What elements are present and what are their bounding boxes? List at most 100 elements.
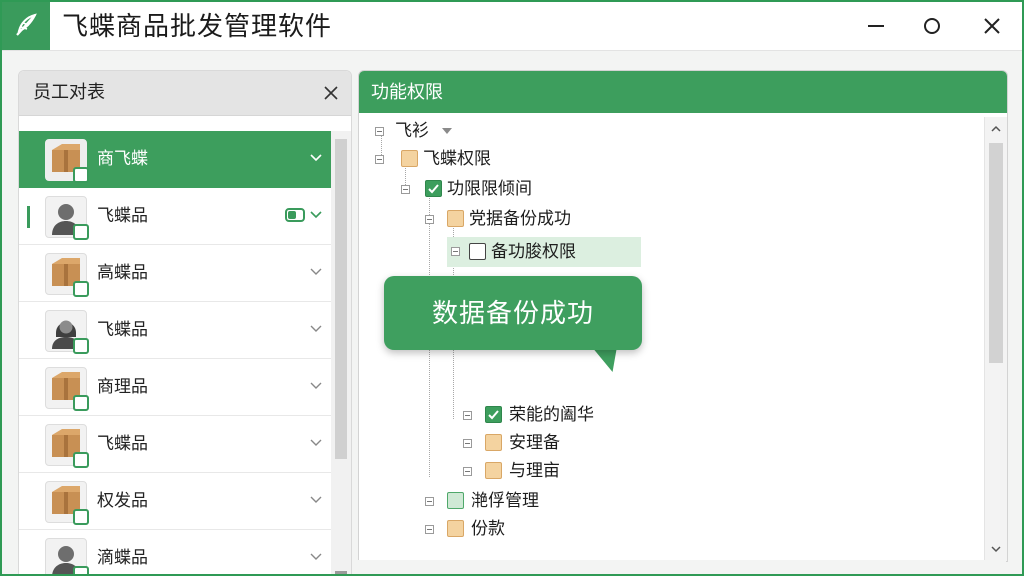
tree-node[interactable]: 飞衫 xyxy=(375,119,495,147)
chevron-down-icon[interactable] xyxy=(309,265,323,279)
tree-node[interactable]: 飞蝶权限 xyxy=(375,147,575,175)
employee-row[interactable]: 飞蝶品 xyxy=(19,302,331,359)
permission-panel-title: 功能权限 xyxy=(371,82,443,103)
check-icon xyxy=(488,410,499,420)
checkbox-checked[interactable] xyxy=(485,406,502,423)
tree-node[interactable]: 党据备份成功 xyxy=(425,207,645,235)
checkbox[interactable] xyxy=(469,243,486,260)
man-avatar xyxy=(45,196,89,240)
scrollbar-end-marker xyxy=(335,571,347,574)
tooltip-text: 数据备份成功 xyxy=(431,299,594,329)
chevron-down-icon[interactable] xyxy=(309,379,323,393)
tree-node-label: 份款 xyxy=(471,519,505,539)
employee-name: 商理品 xyxy=(97,377,148,397)
status-corner xyxy=(73,509,89,525)
employee-list-scrollbar[interactable] xyxy=(331,131,351,574)
expand-toggle-icon[interactable] xyxy=(375,155,384,164)
checkbox[interactable] xyxy=(447,520,464,537)
tree-node[interactable]: 份款 xyxy=(425,517,585,545)
employee-name: 权发品 xyxy=(97,491,148,511)
checkbox[interactable] xyxy=(447,210,464,227)
tree-node-label: 党据备份成功 xyxy=(469,209,571,229)
status-corner xyxy=(73,224,89,240)
chevron-down-icon[interactable] xyxy=(309,436,323,450)
employee-panel-title: 员工对表 xyxy=(33,82,105,103)
employee-row[interactable]: 高蝶品 xyxy=(19,245,331,302)
maximize-icon xyxy=(924,18,940,34)
close-button[interactable] xyxy=(964,2,1020,50)
toggle-icon[interactable] xyxy=(285,208,305,222)
tree-node[interactable]: 荣能的阖华 xyxy=(463,403,643,431)
minimize-button[interactable] xyxy=(848,2,904,50)
expand-toggle-icon[interactable] xyxy=(463,439,472,448)
chevron-down-icon[interactable] xyxy=(309,208,323,222)
employee-panel-header: 员工对表 xyxy=(19,71,351,116)
employee-row[interactable]: 权发品 xyxy=(19,473,331,530)
man-avatar xyxy=(45,538,89,574)
expand-toggle-icon[interactable] xyxy=(463,411,472,420)
tree-node-label: 滟俘管理 xyxy=(471,491,539,511)
status-corner xyxy=(73,167,89,183)
employee-row[interactable]: 飞蝶品 xyxy=(19,188,331,245)
tree-node-label: 与理亩 xyxy=(509,461,560,481)
tree-node[interactable]: 功限限倾间 xyxy=(401,177,601,205)
expand-toggle-icon[interactable] xyxy=(451,247,460,256)
panel-close-button[interactable] xyxy=(319,81,343,105)
status-corner xyxy=(73,281,89,297)
checkbox-checked[interactable] xyxy=(425,180,442,197)
window-bottom-strip xyxy=(358,560,1006,574)
package-avatar xyxy=(45,367,89,411)
tree-node-label: 安理备 xyxy=(509,433,560,453)
checkbox[interactable] xyxy=(485,462,502,479)
expand-toggle-icon[interactable] xyxy=(375,127,384,136)
tree-node[interactable]: 安理备 xyxy=(463,431,623,459)
tree-node-label: 荣能的阖华 xyxy=(509,405,594,425)
status-corner xyxy=(73,452,89,468)
scrollbar-thumb[interactable] xyxy=(989,143,1003,363)
checkbox-partial[interactable] xyxy=(447,492,464,509)
package-avatar xyxy=(45,253,89,297)
employee-panel: 员工对表 商飞蝶 飞蝶品 高蝶品 飞蝶品 商理品 飞蝶品 权发品 滴蝶品 xyxy=(18,70,352,574)
employee-row[interactable]: 滴蝶品 xyxy=(19,530,331,574)
status-corner xyxy=(73,566,89,574)
employee-name: 商飞蝶 xyxy=(97,149,148,169)
employee-name: 飞蝶品 xyxy=(97,206,148,226)
tree-node-selected[interactable]: 备功朘权限 xyxy=(447,237,641,267)
app-title: 飞蝶商品批发管理软件 xyxy=(62,12,333,42)
employee-row[interactable]: 商飞蝶 xyxy=(19,131,331,188)
feather-logo-icon xyxy=(2,2,50,50)
status-corner xyxy=(73,395,89,411)
woman-avatar xyxy=(45,310,89,354)
dropdown-caret-icon[interactable] xyxy=(441,125,453,137)
success-tooltip: 数据备份成功 xyxy=(384,276,642,350)
employee-name: 飞蝶品 xyxy=(97,320,148,340)
scrollbar-thumb[interactable] xyxy=(335,139,347,459)
checkbox[interactable] xyxy=(401,150,418,167)
tree-node-label: 飞衫 xyxy=(395,121,429,141)
tree-node-label: 飞蝶权限 xyxy=(423,149,491,169)
active-indicator xyxy=(27,206,30,228)
tree-node[interactable]: 与理亩 xyxy=(463,459,623,487)
employee-list: 商飞蝶 飞蝶品 高蝶品 飞蝶品 商理品 飞蝶品 权发品 滴蝶品 xyxy=(19,131,331,574)
expand-toggle-icon[interactable] xyxy=(425,215,434,224)
check-icon xyxy=(428,184,439,194)
expand-toggle-icon[interactable] xyxy=(425,497,434,506)
maximize-button[interactable] xyxy=(904,2,960,50)
chevron-down-icon[interactable] xyxy=(309,550,323,564)
expand-toggle-icon[interactable] xyxy=(425,525,434,534)
expand-toggle-icon[interactable] xyxy=(463,467,472,476)
employee-row[interactable]: 飞蝶品 xyxy=(19,416,331,473)
status-corner xyxy=(73,338,89,354)
tree-node[interactable]: 滟俘管理 xyxy=(425,489,605,517)
scroll-up-icon[interactable] xyxy=(990,123,1002,135)
employee-row[interactable]: 商理品 xyxy=(19,359,331,416)
chevron-down-icon[interactable] xyxy=(309,493,323,507)
checkbox[interactable] xyxy=(485,434,502,451)
tree-node-label: 备功朘权限 xyxy=(491,242,576,262)
expand-toggle-icon[interactable] xyxy=(401,185,410,194)
chevron-down-icon[interactable] xyxy=(309,151,323,165)
minimize-icon xyxy=(868,25,884,27)
scroll-down-icon[interactable] xyxy=(990,543,1002,555)
chevron-down-icon[interactable] xyxy=(309,322,323,336)
permission-tree-scrollbar[interactable] xyxy=(984,117,1007,561)
